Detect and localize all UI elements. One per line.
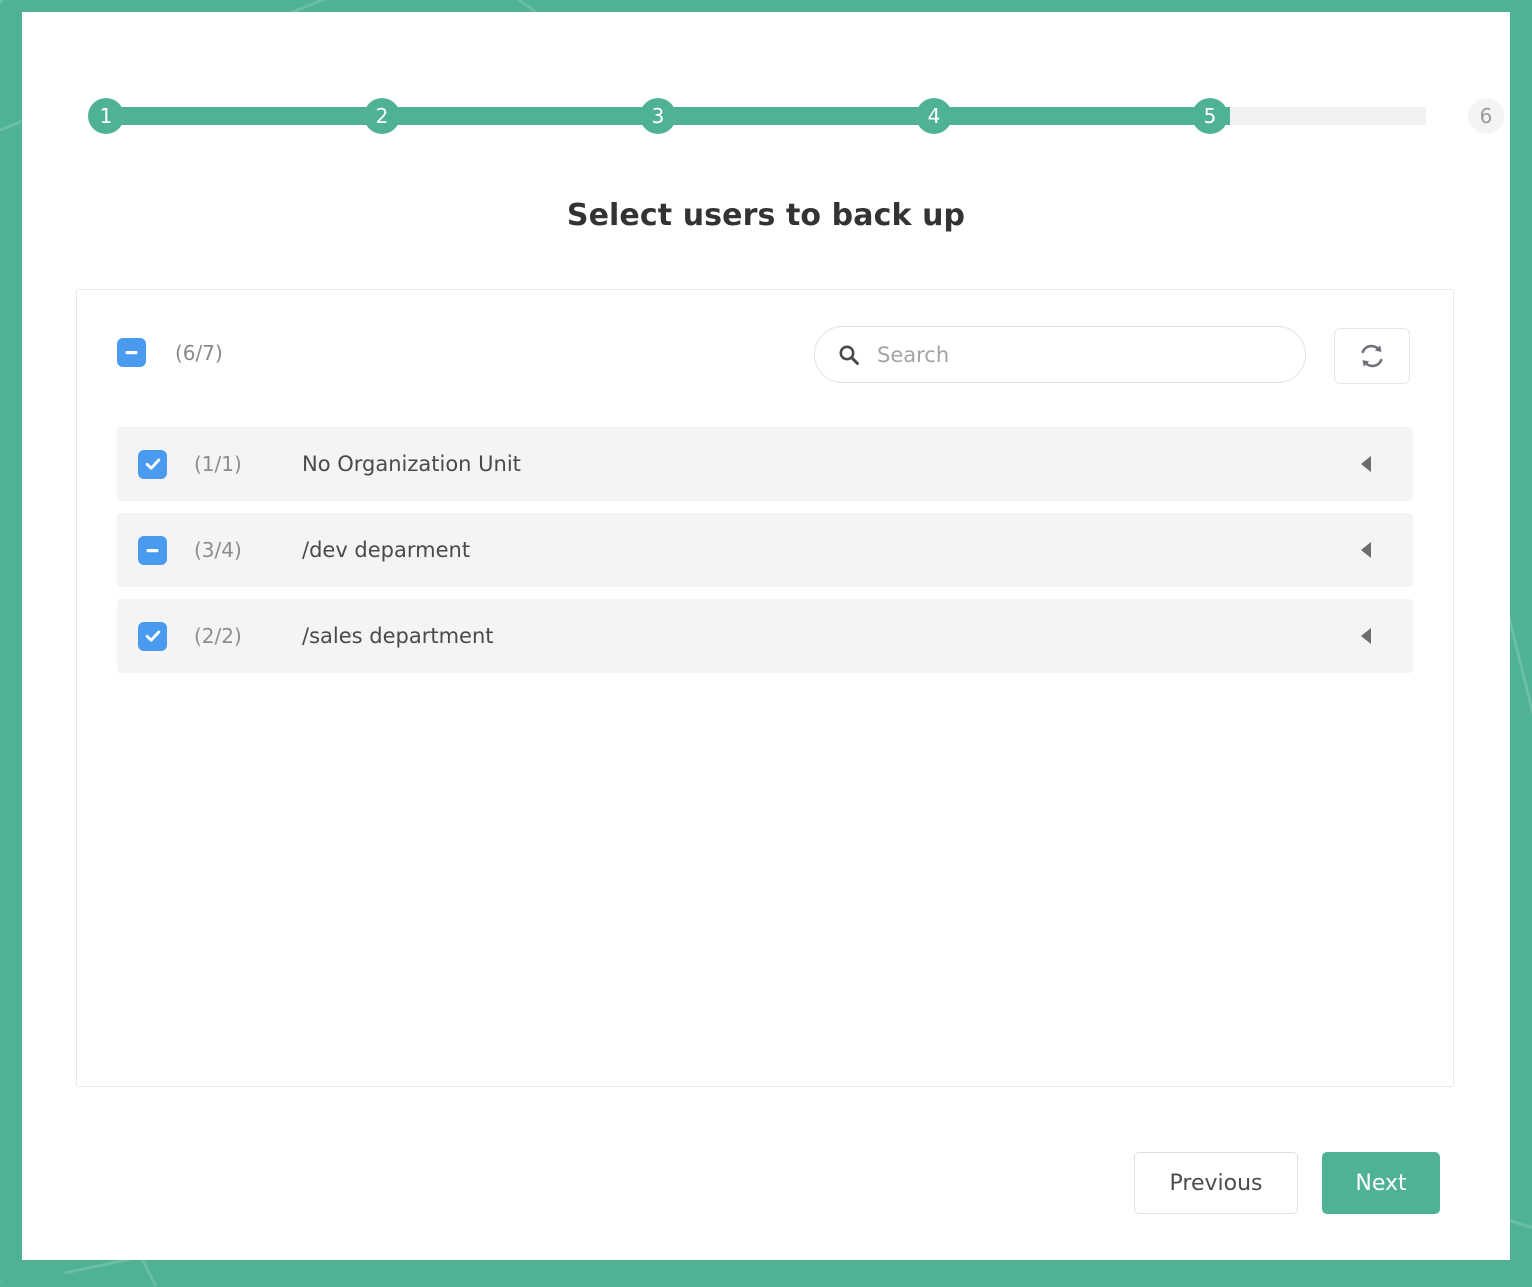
row-selection-count: (1/1) xyxy=(194,452,242,476)
previous-button[interactable]: Previous xyxy=(1134,1152,1298,1214)
caret-left-icon[interactable] xyxy=(1361,456,1371,472)
row-checkbox-checked[interactable] xyxy=(138,449,167,479)
panel-toolbar: (6/7) xyxy=(77,290,1453,415)
stepper-step-4[interactable]: 4 xyxy=(916,98,952,134)
search-icon xyxy=(839,345,859,365)
wizard-footer: Previous Next xyxy=(1134,1152,1440,1214)
row-selection-count: (3/4) xyxy=(194,538,242,562)
row-name: /dev deparment xyxy=(302,538,471,562)
minus-icon xyxy=(125,351,138,355)
user-selection-panel: (6/7) Search (1/1) No Organization Unit … xyxy=(76,289,1454,1087)
master-checkbox-indeterminate[interactable] xyxy=(117,338,146,367)
table-row[interactable]: (1/1) No Organization Unit xyxy=(117,427,1413,501)
caret-left-icon[interactable] xyxy=(1361,542,1371,558)
table-row[interactable]: (2/2) /sales department xyxy=(117,599,1413,673)
wizard-card: 1 2 3 4 5 6 Select users to back up (6/7… xyxy=(22,12,1510,1260)
check-icon xyxy=(145,630,160,642)
stepper-step-2-label: 2 xyxy=(375,104,389,128)
row-selection-count: (2/2) xyxy=(194,624,242,648)
wizard-stepper: 1 2 3 4 5 6 xyxy=(66,86,1504,146)
stepper-step-1-label: 1 xyxy=(99,104,113,128)
stepper-step-6[interactable]: 6 xyxy=(1468,98,1504,134)
table-row[interactable]: (3/4) /dev deparment xyxy=(117,513,1413,587)
stepper-step-2[interactable]: 2 xyxy=(364,98,400,134)
stepper-step-3-label: 3 xyxy=(651,104,665,128)
stepper-step-6-label: 6 xyxy=(1479,104,1493,128)
refresh-button[interactable] xyxy=(1334,328,1410,384)
minus-icon xyxy=(146,548,159,552)
check-icon xyxy=(145,458,160,470)
master-selection-count: (6/7) xyxy=(175,340,223,365)
stepper-step-5[interactable]: 5 xyxy=(1192,98,1228,134)
stepper-step-4-label: 4 xyxy=(927,104,941,128)
search-field[interactable] xyxy=(814,326,1306,383)
refresh-icon xyxy=(1361,344,1383,368)
stepper-step-5-label: 5 xyxy=(1203,104,1217,128)
page-title: Select users to back up xyxy=(566,198,966,233)
row-name: No Organization Unit xyxy=(302,452,521,476)
next-button[interactable]: Next xyxy=(1322,1152,1440,1214)
master-selection-group: (6/7) xyxy=(117,338,223,367)
stepper-step-1[interactable]: 1 xyxy=(88,98,124,134)
caret-left-icon[interactable] xyxy=(1361,628,1371,644)
row-checkbox-checked[interactable] xyxy=(138,621,167,651)
row-name: /sales department xyxy=(302,624,494,648)
search-input[interactable] xyxy=(875,333,1279,376)
stepper-step-3[interactable]: 3 xyxy=(640,98,676,134)
row-checkbox-indeterminate[interactable] xyxy=(138,535,167,565)
organization-unit-list: (1/1) No Organization Unit (3/4) /dev de… xyxy=(117,427,1413,685)
